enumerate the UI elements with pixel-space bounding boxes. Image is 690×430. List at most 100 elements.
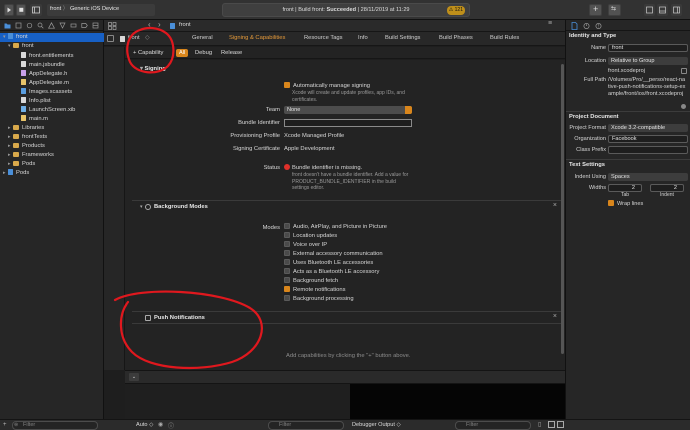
split-left-icon[interactable] (548, 421, 555, 428)
file-inspector-icon[interactable] (571, 22, 578, 30)
outline-toggle-icon[interactable] (107, 35, 114, 42)
navigator-filter[interactable]: Filter (12, 421, 98, 430)
library-button[interactable]: + (589, 4, 602, 16)
find-icon[interactable] (37, 22, 44, 29)
add-capability-button[interactable]: + Capability (133, 50, 163, 56)
nav-item-file[interactable]: AppDelegate.m (21, 79, 69, 88)
history-icon[interactable] (583, 22, 590, 30)
editor-scrollbar[interactable] (561, 64, 564, 354)
split-right-icon[interactable] (557, 421, 564, 428)
nav-item-group[interactable]: ▸ Libraries (8, 124, 44, 133)
nav-item-file[interactable]: AppDelegate.h (21, 70, 67, 79)
tab-signing-capabilities[interactable]: Signing & Capabilities (229, 35, 285, 41)
indent-width-field[interactable]: 2 (650, 184, 684, 192)
config-tab-release[interactable]: Release (221, 50, 242, 56)
background-mode-checkbox[interactable]: Voice over IP (284, 241, 327, 248)
code-review-button[interactable]: ⇆ (608, 4, 621, 16)
config-tab-all[interactable]: All (176, 49, 189, 57)
quick-help-icon[interactable]: ? (595, 22, 602, 30)
breadcrumb[interactable]: front (179, 22, 191, 28)
nav-item-group[interactable]: ▾ front (8, 42, 34, 51)
nav-item-group[interactable]: ▸ frontTests (8, 133, 47, 142)
warning-badge[interactable]: ⚠ 121 (446, 6, 465, 15)
source-control-icon[interactable] (15, 22, 22, 29)
debug-area-toggle[interactable] (657, 4, 668, 16)
background-mode-checkbox[interactable]: Background processing (284, 295, 354, 302)
target-chevron-icon[interactable]: ◇ (145, 35, 149, 41)
variables-scope-select[interactable]: Auto ◇ (136, 422, 153, 428)
location-select[interactable]: Relative to Group (608, 57, 688, 65)
background-mode-checkbox[interactable]: Audio, AirPlay, and Picture in Picture (284, 223, 387, 230)
indent-using-select[interactable]: Spaces (608, 173, 688, 181)
tab-width-field[interactable]: 2 (608, 184, 642, 192)
background-mode-checkbox[interactable]: Location updates (284, 232, 337, 239)
issue-icon[interactable] (48, 22, 55, 29)
name-field[interactable]: front (608, 44, 688, 52)
team-select[interactable]: None (284, 106, 412, 114)
nav-item-file[interactable]: Info.plist (21, 97, 51, 106)
forward-chevron-icon[interactable]: › (158, 20, 161, 29)
tab-build-settings[interactable]: Build Settings (385, 35, 420, 41)
nav-item-project[interactable]: ▾ front (0, 33, 104, 42)
add-capabilities-hint: Add capabilities by clicking the "+" but… (286, 353, 411, 359)
reveal-in-finder-icon[interactable] (681, 104, 686, 109)
debug-icon[interactable] (70, 22, 77, 29)
run-button[interactable] (4, 4, 14, 16)
tab-general[interactable]: General (192, 35, 213, 41)
breakpoint-icon[interactable] (81, 22, 88, 29)
background-mode-checkbox[interactable]: Remote notifications (284, 286, 346, 293)
bundle-identifier-field[interactable] (284, 119, 412, 127)
console-filter[interactable]: Filter (455, 421, 531, 430)
trash-icon[interactable]: ▯ (538, 421, 541, 428)
test-icon[interactable] (59, 22, 66, 29)
inspector-toggle[interactable] (671, 4, 682, 16)
signing-section-title[interactable]: ▾ Signing (140, 66, 166, 72)
auto-manage-signing-checkbox[interactable]: Automatically manage signing (284, 82, 370, 89)
tab-resource-tags[interactable]: Resource Tags (304, 35, 343, 41)
report-icon[interactable] (92, 22, 99, 29)
symbol-icon[interactable] (26, 22, 33, 29)
nav-item-file[interactable]: main.m (21, 115, 48, 124)
nav-item-label: LaunchScreen.xib (29, 107, 76, 113)
folder-icon[interactable] (4, 22, 11, 29)
nav-item-file[interactable]: Images.xcassets (21, 88, 72, 97)
project-format-select[interactable]: Xcode 3.2-compatible (608, 124, 688, 132)
variables-filter[interactable]: Filter (268, 421, 344, 430)
tab-build-phases[interactable]: Build Phases (439, 35, 473, 41)
nav-item-project[interactable]: ▸ Pods (0, 169, 29, 178)
nav-item-group[interactable]: ▸ Frameworks (8, 151, 54, 160)
output-select[interactable]: Debugger Output ◇ (352, 422, 401, 428)
editor-layout-button[interactable] (644, 4, 655, 16)
background-mode-checkbox[interactable]: Background fetch (284, 277, 338, 284)
disclosure-open-icon[interactable]: ▾ (140, 204, 143, 210)
target-selector[interactable]: front (128, 35, 140, 41)
config-tab-debug[interactable]: Debug (195, 50, 212, 56)
background-mode-checkbox[interactable]: Uses Bluetooth LE accessories (284, 259, 373, 266)
nav-item-file[interactable]: LaunchScreen.xib (21, 106, 75, 115)
stop-button[interactable] (16, 4, 26, 16)
wrap-lines-checkbox[interactable]: Wrap lines (608, 200, 643, 207)
related-items-icon[interactable] (108, 22, 117, 30)
background-mode-checkbox[interactable]: External accessory communication (284, 250, 383, 257)
tab-build-rules[interactable]: Build Rules (490, 35, 519, 41)
nav-item-group[interactable]: ▸ Products (8, 142, 45, 151)
menu-lines-icon[interactable]: ≡ (548, 20, 552, 27)
info-icon[interactable]: ⓘ (168, 421, 174, 430)
nav-item-group[interactable]: ▸ Pods (8, 160, 35, 169)
scheme-selector[interactable]: front 〉 Generic iOS Device (47, 4, 155, 16)
folder-reveal-icon[interactable] (681, 68, 687, 74)
add-file-icon[interactable]: + (3, 422, 7, 428)
tab-info[interactable]: Info (358, 35, 368, 41)
remove-capability-icon[interactable]: × (553, 202, 557, 209)
nav-item-file[interactable]: front.entitlements (21, 52, 73, 61)
remove-capability-icon[interactable]: × (553, 313, 557, 320)
sidebar-toggle-button[interactable] (30, 4, 42, 16)
quick-look-icon[interactable]: ◉ (158, 421, 163, 428)
background-mode-checkbox[interactable]: Acts as a Bluetooth LE accessory (284, 268, 379, 275)
organization-field[interactable]: Facebook (608, 135, 688, 143)
signing-title-label: Signing (144, 66, 166, 72)
hide-debug-area-icon[interactable]: ⌄ (129, 373, 139, 381)
back-chevron-icon[interactable]: ‹ (148, 20, 151, 29)
class-prefix-field[interactable] (608, 146, 688, 154)
nav-item-file[interactable]: main.jsbundle (21, 61, 65, 70)
